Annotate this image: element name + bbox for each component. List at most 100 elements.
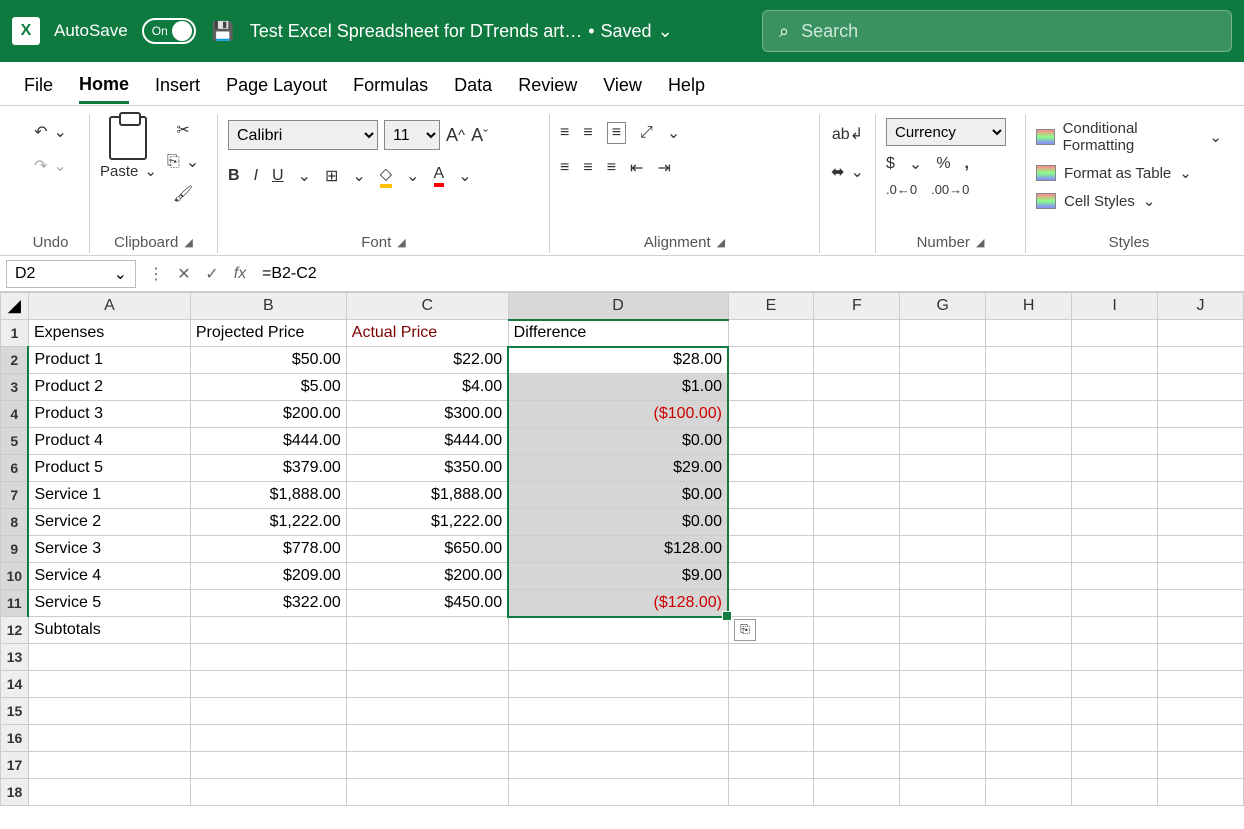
cell-E16[interactable] <box>728 725 814 752</box>
row-header-18[interactable]: 18 <box>1 779 29 806</box>
cell-F3[interactable] <box>814 374 900 401</box>
row-header-6[interactable]: 6 <box>1 455 29 482</box>
chevron-down-icon[interactable]: ⌄ <box>658 21 673 42</box>
save-icon[interactable]: 💾 <box>210 18 236 44</box>
cell-A15[interactable] <box>28 698 190 725</box>
format-as-table-button[interactable]: Format as Table ⌄ <box>1036 162 1192 184</box>
number-launcher-icon[interactable]: ◢ <box>976 236 984 249</box>
cell-I16[interactable] <box>1072 725 1158 752</box>
format-painter-button[interactable]: 🖌 <box>167 184 199 204</box>
cell-D6[interactable]: $29.00 <box>508 455 728 482</box>
cell-H6[interactable] <box>986 455 1072 482</box>
cell-C18[interactable] <box>346 779 508 806</box>
cell-E8[interactable] <box>728 509 814 536</box>
row-header-16[interactable]: 16 <box>1 725 29 752</box>
cell-C10[interactable]: $200.00 <box>346 563 508 590</box>
cell-B8[interactable]: $1,222.00 <box>190 509 346 536</box>
cell-J11[interactable] <box>1158 590 1244 617</box>
font-name-select[interactable]: Calibri <box>228 120 378 150</box>
cell-F10[interactable] <box>814 563 900 590</box>
cell-G6[interactable] <box>900 455 986 482</box>
tab-help[interactable]: Help <box>668 75 705 102</box>
align-middle-icon[interactable]: ≡ <box>583 124 592 142</box>
cell-D18[interactable] <box>508 779 728 806</box>
cell-J8[interactable] <box>1158 509 1244 536</box>
column-header-B[interactable]: B <box>190 293 346 320</box>
cell-F15[interactable] <box>814 698 900 725</box>
tab-insert[interactable]: Insert <box>155 75 200 102</box>
cell-F5[interactable] <box>814 428 900 455</box>
cell-B11[interactable]: $322.00 <box>190 590 346 617</box>
cell-F6[interactable] <box>814 455 900 482</box>
cell-I14[interactable] <box>1072 671 1158 698</box>
cell-B6[interactable]: $379.00 <box>190 455 346 482</box>
cell-C16[interactable] <box>346 725 508 752</box>
cell-J1[interactable] <box>1158 320 1244 347</box>
cell-B12[interactable] <box>190 617 346 644</box>
search-box[interactable]: ⌕ <box>762 10 1232 52</box>
cell-G4[interactable] <box>900 401 986 428</box>
cell-J15[interactable] <box>1158 698 1244 725</box>
cell-J7[interactable] <box>1158 482 1244 509</box>
cell-J10[interactable] <box>1158 563 1244 590</box>
select-all-corner[interactable]: ◢ <box>1 293 29 320</box>
cell-D3[interactable]: $1.00 <box>508 374 728 401</box>
cell-B18[interactable] <box>190 779 346 806</box>
underline-button[interactable]: U <box>272 167 284 185</box>
cell-A14[interactable] <box>28 671 190 698</box>
cell-G10[interactable] <box>900 563 986 590</box>
cell-D14[interactable] <box>508 671 728 698</box>
row-header-14[interactable]: 14 <box>1 671 29 698</box>
cell-H17[interactable] <box>986 752 1072 779</box>
cell-G14[interactable] <box>900 671 986 698</box>
column-header-J[interactable]: J <box>1158 293 1244 320</box>
cell-I17[interactable] <box>1072 752 1158 779</box>
row-header-3[interactable]: 3 <box>1 374 29 401</box>
cell-H7[interactable] <box>986 482 1072 509</box>
tab-page-layout[interactable]: Page Layout <box>226 75 327 102</box>
cell-E1[interactable] <box>728 320 814 347</box>
font-size-select[interactable]: 11 <box>384 120 440 150</box>
alignment-launcher-icon[interactable]: ◢ <box>717 236 725 249</box>
cell-styles-button[interactable]: Cell Styles ⌄ <box>1036 190 1155 212</box>
cell-G7[interactable] <box>900 482 986 509</box>
cell-F12[interactable] <box>814 617 900 644</box>
column-header-H[interactable]: H <box>986 293 1072 320</box>
cell-E17[interactable] <box>728 752 814 779</box>
increase-decimal-icon[interactable]: .0←0 <box>886 182 917 197</box>
chevron-down-icon[interactable]: ⌄ <box>458 166 471 186</box>
cell-I2[interactable] <box>1072 347 1158 374</box>
name-box[interactable]: D2 ⌄ <box>6 260 136 288</box>
cell-J3[interactable] <box>1158 374 1244 401</box>
row-header-17[interactable]: 17 <box>1 752 29 779</box>
cell-J18[interactable] <box>1158 779 1244 806</box>
decrease-indent-icon[interactable]: ⇤ <box>630 158 643 178</box>
clipboard-launcher-icon[interactable]: ◢ <box>184 236 192 249</box>
cell-F1[interactable] <box>814 320 900 347</box>
cell-F4[interactable] <box>814 401 900 428</box>
cell-D13[interactable] <box>508 644 728 671</box>
cell-J6[interactable] <box>1158 455 1244 482</box>
cell-B16[interactable] <box>190 725 346 752</box>
cell-A5[interactable]: Product 4 <box>28 428 190 455</box>
cell-G3[interactable] <box>900 374 986 401</box>
cell-H10[interactable] <box>986 563 1072 590</box>
cell-H4[interactable] <box>986 401 1072 428</box>
cell-A13[interactable] <box>28 644 190 671</box>
tab-review[interactable]: Review <box>518 75 577 102</box>
cell-C17[interactable] <box>346 752 508 779</box>
cell-J5[interactable] <box>1158 428 1244 455</box>
border-button[interactable]: ⊞ <box>325 166 338 186</box>
decrease-decimal-icon[interactable]: .00→0 <box>931 182 969 197</box>
currency-icon[interactable]: $ <box>886 155 895 173</box>
cell-H14[interactable] <box>986 671 1072 698</box>
cell-H13[interactable] <box>986 644 1072 671</box>
cell-C15[interactable] <box>346 698 508 725</box>
cell-C12[interactable] <box>346 617 508 644</box>
cell-D5[interactable]: $0.00 <box>508 428 728 455</box>
chevron-down-icon[interactable]: ⌄ <box>406 166 419 186</box>
cell-A9[interactable]: Service 3 <box>28 536 190 563</box>
cell-E10[interactable] <box>728 563 814 590</box>
cell-E9[interactable] <box>728 536 814 563</box>
cell-J14[interactable] <box>1158 671 1244 698</box>
